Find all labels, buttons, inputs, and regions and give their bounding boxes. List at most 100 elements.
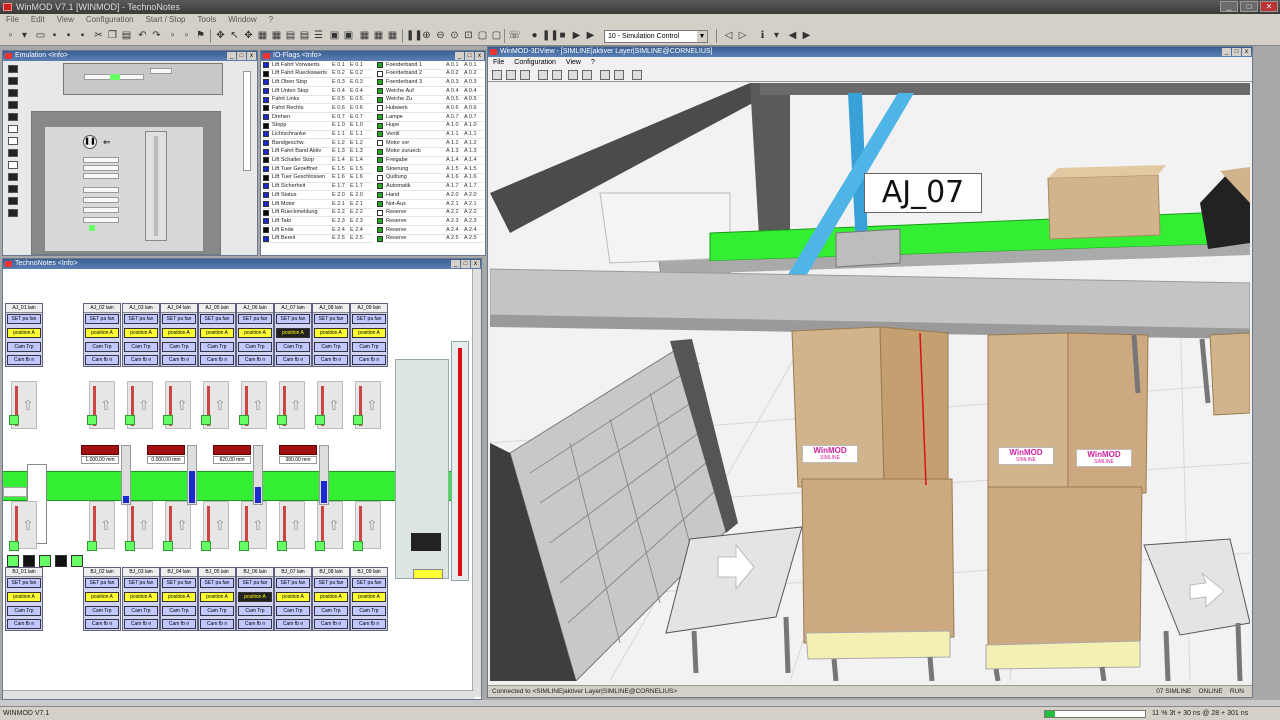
right-lift-unit[interactable] <box>451 341 469 581</box>
zoom-out-icon[interactable]: ⊖ <box>434 29 447 42</box>
cam-trip-button[interactable]: Cam Trp <box>124 606 158 616</box>
redo-icon[interactable]: ↷ <box>150 29 163 42</box>
position-indicator[interactable]: position A <box>200 592 234 602</box>
position-indicator[interactable]: position A <box>238 592 272 602</box>
set-button[interactable]: SET pa fan <box>85 578 119 588</box>
faceplate-block[interactable]: AJ_06 lain SET pa fan position A Cam Trp Cam… <box>236 303 274 367</box>
cam-trip-button[interactable]: Cam Trp <box>276 606 310 616</box>
new-icon[interactable]: ▫ <box>4 29 17 42</box>
table2-icon[interactable]: ▤ <box>298 29 311 42</box>
set-button[interactable]: SET pa fan <box>124 578 158 588</box>
io-led[interactable] <box>263 96 269 103</box>
io-led[interactable] <box>263 113 269 120</box>
set-button[interactable]: SET pa fan <box>162 578 196 588</box>
forward-green-icon[interactable]: ▶ <box>800 29 813 42</box>
info-dropdown-icon[interactable]: ▾ <box>770 29 783 42</box>
menu-help[interactable]: ? <box>263 14 279 26</box>
table-icon[interactable]: ▤ <box>284 29 297 42</box>
new-icon[interactable] <box>492 70 502 80</box>
view3d-menu-view[interactable]: View <box>561 57 586 68</box>
emulation-title-bar[interactable]: Emulation <Info> _ □ x <box>3 51 257 61</box>
maximize-button[interactable]: □ <box>465 52 474 60</box>
minimize-button[interactable]: _ <box>455 52 464 60</box>
cam-trip-button[interactable]: Cam Trp <box>7 606 41 616</box>
cam-fb-button[interactable]: Cam fb n <box>352 355 386 365</box>
connect-icon[interactable]: ☏ <box>508 29 521 42</box>
sensor-indicator[interactable] <box>163 415 173 425</box>
cam-trip-button[interactable]: Cam Trp <box>200 342 234 352</box>
cam-fb-button[interactable]: Cam fb n <box>276 355 310 365</box>
io-row[interactable]: Lift Bereit E 2.5 E 2.5 <box>263 235 373 244</box>
cam-trip-button[interactable]: Cam Trp <box>162 342 196 352</box>
status-square[interactable] <box>55 555 67 567</box>
faceplate-block[interactable]: AJ_05 lain SET pa fan position A Cam Trp Cam… <box>198 303 236 367</box>
maximize-button[interactable]: □ <box>1240 1 1258 12</box>
drag-icon[interactable]: ✥ <box>242 29 255 42</box>
faceplate-block[interactable]: AJ_04 lain SET pa fan position A Cam Trp Cam… <box>160 303 198 367</box>
pointer-icon[interactable]: ↖ <box>228 29 241 42</box>
io-led[interactable] <box>377 70 383 77</box>
step-icon[interactable]: ▶ <box>570 29 583 42</box>
print-icon[interactable]: ▪ <box>76 29 89 42</box>
cam-trip-button[interactable]: Cam Trp <box>238 606 272 616</box>
sensor-indicator[interactable] <box>125 541 135 551</box>
io-led[interactable] <box>377 79 383 86</box>
set-button[interactable]: SET pa fan <box>200 578 234 588</box>
set-button[interactable]: SET pa fan <box>352 314 386 324</box>
io-led[interactable] <box>263 226 269 233</box>
io-led[interactable] <box>263 192 269 199</box>
cam-trip-button[interactable]: Cam Trp <box>352 342 386 352</box>
layers2-icon[interactable] <box>582 70 592 80</box>
position-indicator[interactable]: position A <box>85 592 119 602</box>
io-led[interactable] <box>377 226 383 233</box>
io-flags-window[interactable]: IO-Flags <Info> _ □ x Lift Fahrt Vorwaer… <box>260 50 486 256</box>
sensor-indicator[interactable] <box>163 541 173 551</box>
io-led[interactable] <box>263 148 269 155</box>
cam-fb-button[interactable]: Cam fb n <box>162 619 196 629</box>
io-led[interactable] <box>263 122 269 129</box>
set-button[interactable]: SET pa fan <box>124 314 158 324</box>
sensor-indicator[interactable] <box>277 415 287 425</box>
io-led[interactable] <box>263 200 269 207</box>
minimize-button[interactable]: _ <box>227 52 236 60</box>
set-button[interactable]: SET pa fan <box>162 314 196 324</box>
position-indicator[interactable]: position A <box>200 328 234 338</box>
zoom-window-icon[interactable]: ⊡ <box>462 29 475 42</box>
cam-fb-button[interactable]: Cam fb n <box>352 619 386 629</box>
faceplate-block[interactable]: BJ_04 lain SET pa fan position A Cam Trp Cam… <box>160 567 198 631</box>
pause-sim-icon[interactable]: ❚❚ <box>542 29 559 42</box>
chip-icon[interactable]: ▦ <box>358 29 371 42</box>
io-led[interactable] <box>377 113 383 120</box>
select-icon[interactable] <box>600 70 610 80</box>
cam-fb-button[interactable]: Cam fb n <box>162 355 196 365</box>
maximize-button[interactable]: □ <box>461 260 470 268</box>
io-led[interactable] <box>377 218 383 225</box>
list-icon[interactable]: ☰ <box>312 29 325 42</box>
zoom-fit-icon[interactable]: ⊙ <box>448 29 461 42</box>
pause-icon[interactable]: ❚❚ <box>83 135 97 149</box>
io-led[interactable] <box>377 166 383 173</box>
cam-fb-button[interactable]: Cam fb n <box>276 619 310 629</box>
position-indicator[interactable]: position A <box>314 328 348 338</box>
open-icon[interactable]: ▭ <box>34 29 47 42</box>
faceplate-block[interactable]: BJ_09 lain SET pa fan position A Cam Trp Cam… <box>350 567 388 631</box>
position-indicator[interactable]: position A <box>276 592 310 602</box>
cam-trip-button[interactable]: Cam Trp <box>85 606 119 616</box>
technonotes-title-bar[interactable]: TechnoNotes <Info> _ □ x <box>3 259 481 269</box>
io-led[interactable] <box>263 105 269 112</box>
arrow-right-icon[interactable]: ▷ <box>736 29 749 42</box>
back-green-icon[interactable]: ◀ <box>786 29 799 42</box>
faceplate-block[interactable]: AJ_03 lain SET pa fan position A Cam Trp Cam… <box>122 303 160 367</box>
position-indicator[interactable]: position A <box>276 328 310 338</box>
paste-icon[interactable]: ▤ <box>120 29 133 42</box>
monitor-icon[interactable]: ▣ <box>328 29 341 42</box>
tile-icon[interactable]: ▫ <box>180 29 193 42</box>
set-button[interactable]: SET pa fan <box>276 578 310 588</box>
position-indicator[interactable]: position A <box>7 328 41 338</box>
faceplate-block[interactable]: BJ_05 lain SET pa fan position A Cam Trp Cam… <box>198 567 236 631</box>
menu-edit[interactable]: Edit <box>25 14 51 26</box>
io-led[interactable] <box>377 200 383 207</box>
cam-fb-button[interactable]: Cam fb n <box>124 355 158 365</box>
cam-trip-button[interactable]: Cam Trp <box>200 606 234 616</box>
maximize-button[interactable]: □ <box>237 52 246 60</box>
